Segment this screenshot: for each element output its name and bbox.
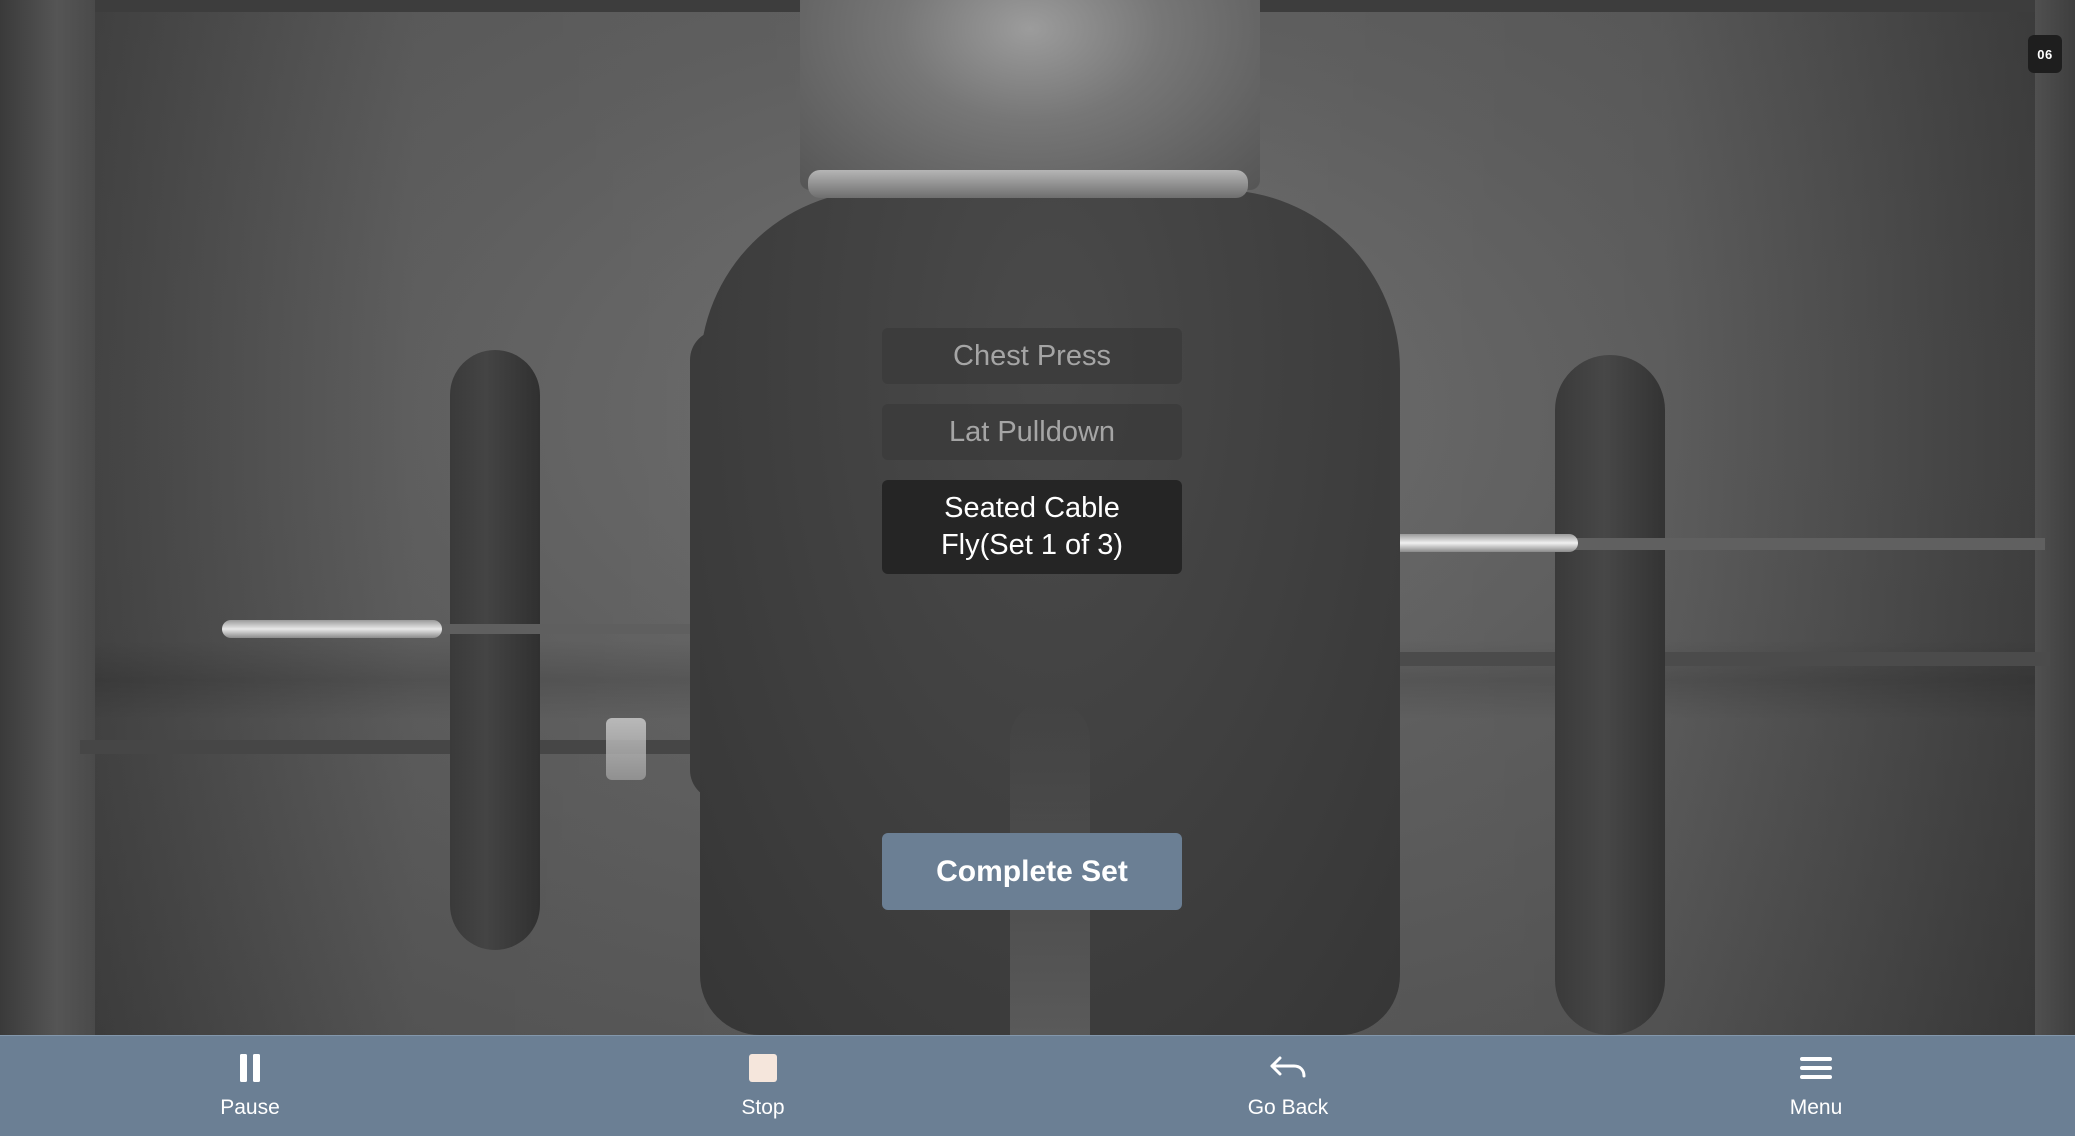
pause-icon bbox=[240, 1054, 260, 1082]
stop-button[interactable]: Stop bbox=[683, 1048, 843, 1128]
exercise-item-chest-press[interactable]: Chest Press bbox=[882, 328, 1182, 384]
go-back-button[interactable]: Go Back bbox=[1208, 1048, 1368, 1128]
stop-icon bbox=[749, 1054, 777, 1082]
exercise-item-lat-pulldown[interactable]: Lat Pulldown bbox=[882, 404, 1182, 460]
pause-label: Pause bbox=[220, 1096, 280, 1119]
exercise-item-current[interactable]: Seated Cable Fly(Set 1 of 3) bbox=[882, 480, 1182, 574]
corner-badge: 06 bbox=[2028, 35, 2062, 73]
stop-label: Stop bbox=[741, 1096, 785, 1119]
exercise-list: Chest Press Lat Pulldown Seated Cable Fl… bbox=[882, 328, 1182, 594]
pause-button[interactable]: Pause bbox=[170, 1048, 330, 1128]
return-arrow-icon bbox=[1270, 1056, 1306, 1078]
menu-button[interactable]: Menu bbox=[1736, 1048, 1896, 1128]
go-back-label: Go Back bbox=[1247, 1096, 1329, 1119]
bottom-nav-bar: Pause Stop Go Back Menu bbox=[0, 1035, 2075, 1136]
hamburger-menu-icon bbox=[1800, 1057, 1832, 1079]
menu-label: Menu bbox=[1789, 1096, 1843, 1119]
workout-screen: 06 Chest Press Lat Pulldown Seated Cable… bbox=[0, 0, 2075, 1136]
complete-set-button[interactable]: Complete Set bbox=[882, 833, 1182, 910]
